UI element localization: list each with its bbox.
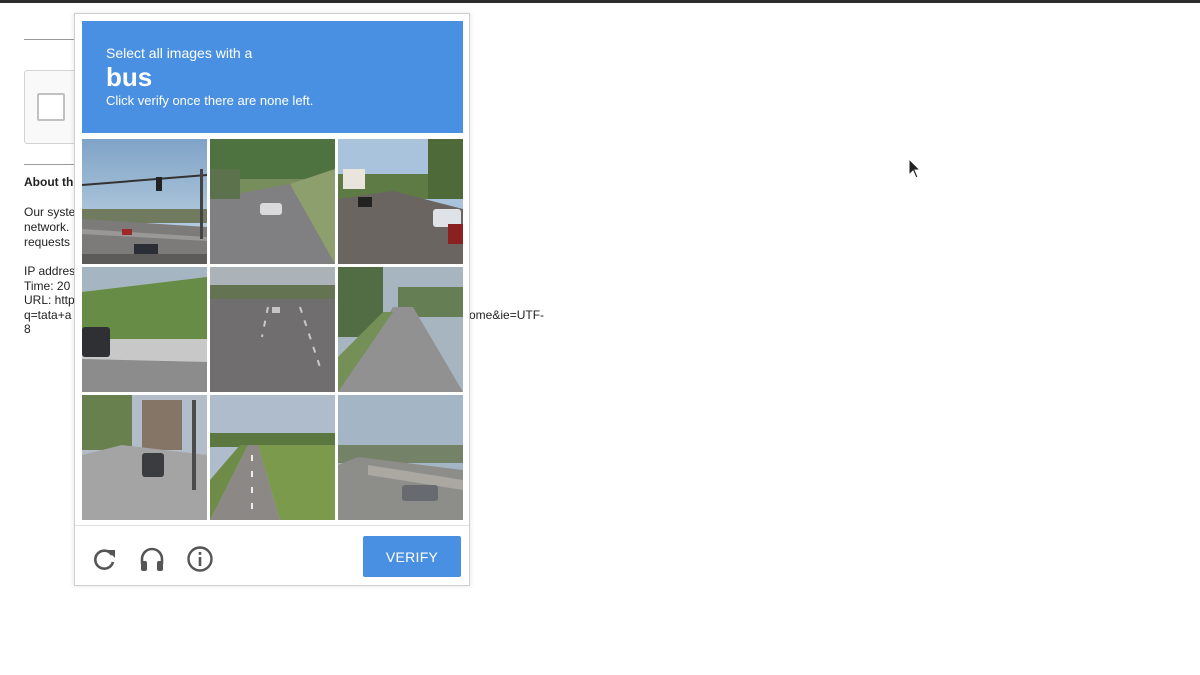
- ip-address-line: IP addres: [24, 264, 76, 278]
- captcha-challenge-dialog: Select all images with a bus Click verif…: [74, 13, 470, 586]
- captcha-prompt: Select all images with a bus Click verif…: [82, 21, 463, 133]
- image-tile-6[interactable]: [338, 267, 463, 392]
- url-line-cont: q=tata+a: [24, 308, 72, 322]
- street-photo-road-car: [338, 395, 463, 520]
- image-tile-2[interactable]: [210, 139, 335, 264]
- url-line: URL: http: [24, 293, 75, 307]
- street-photo-highway: [210, 267, 335, 392]
- street-photo-grass-car: [82, 267, 207, 392]
- reload-icon[interactable]: [90, 544, 120, 574]
- street-photo-open-highway: [210, 395, 335, 520]
- street-photo-curved-road: [338, 267, 463, 392]
- time-line: Time: 20: [24, 279, 71, 293]
- footer-divider: [75, 525, 469, 526]
- street-photo-white-car: [210, 139, 335, 264]
- street-photo-traffic-light: [82, 139, 207, 264]
- image-tile-1[interactable]: [82, 139, 207, 264]
- recaptcha-checkbox[interactable]: [37, 93, 65, 121]
- verify-button[interactable]: VERIFY: [363, 536, 461, 577]
- headphones-icon[interactable]: [137, 544, 167, 574]
- info-text-line: Our syste: [24, 205, 76, 219]
- street-photo-residential: [338, 139, 463, 264]
- image-tile-3[interactable]: [338, 139, 463, 264]
- prompt-target-word: bus: [106, 62, 153, 92]
- image-tile-9[interactable]: [338, 395, 463, 520]
- street-photo-city-sidewalk: [82, 395, 207, 520]
- image-tile-7[interactable]: [82, 395, 207, 520]
- prompt-subtext: Click verify once there are none left.: [106, 93, 314, 108]
- info-text-line: network.: [24, 220, 70, 234]
- image-tile-4[interactable]: [82, 267, 207, 392]
- url-line-end: 8: [24, 322, 31, 336]
- prompt-instruction: Select all images with a: [106, 45, 253, 61]
- info-text-line: requests: [24, 235, 71, 249]
- info-icon[interactable]: [185, 544, 215, 574]
- about-heading: About th: [24, 175, 74, 189]
- image-grid: [82, 139, 463, 520]
- url-tail: ome&ie=UTF-: [469, 308, 545, 322]
- image-tile-5[interactable]: [210, 267, 335, 392]
- image-tile-8[interactable]: [210, 395, 335, 520]
- mouse-cursor-icon: [908, 158, 922, 179]
